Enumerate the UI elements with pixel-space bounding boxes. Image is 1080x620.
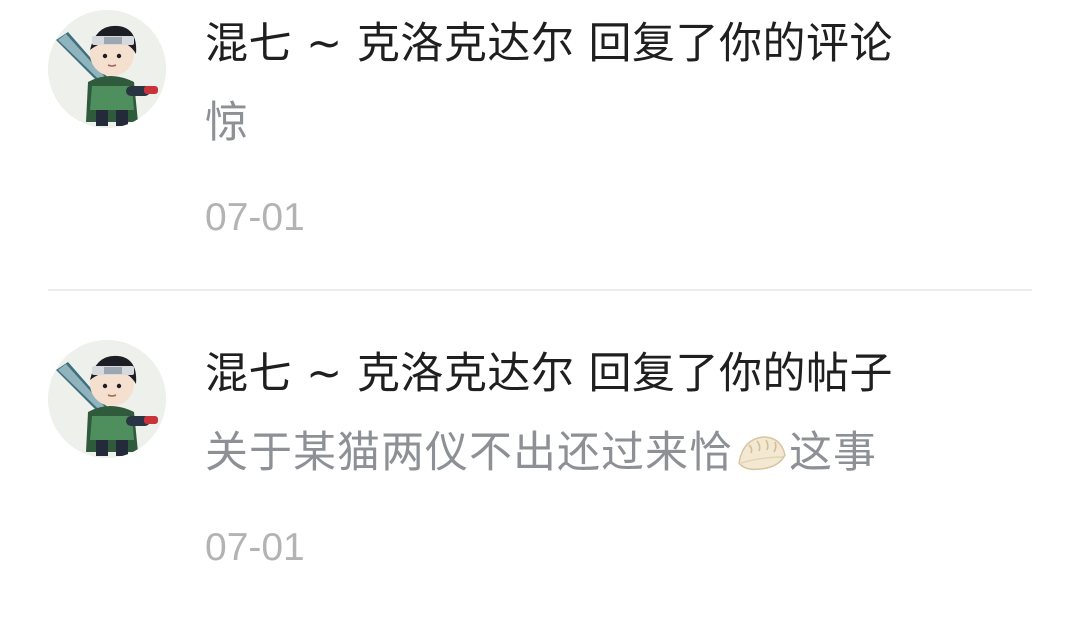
notification-item[interactable]: 混七 ~ 克洛克达尔 回复了你的评论 惊 07-01 [0, 0, 1080, 291]
notification-content-text: 这事 [789, 428, 877, 478]
notification-item[interactable]: 混七 ~ 克洛克达尔 回复了你的帖子 关于某猫两仪不出还过来恰 这事 07-01 [0, 330, 1080, 620]
ninja-avatar-icon [48, 340, 166, 458]
notification-time: 07-01 [205, 526, 305, 569]
notification-list: 混七 ~ 克洛克达尔 回复了你的评论 惊 07-01 混七 ~ 克洛克达尔 回复… [0, 0, 1080, 602]
notification-content-text: 关于某猫两仪不出还过来恰 [205, 428, 733, 478]
notification-content: 惊 [205, 98, 249, 148]
notification-title: 混七 ~ 克洛克达尔 回复了你的评论 [205, 19, 894, 69]
avatar[interactable] [48, 10, 166, 128]
ninja-avatar-icon [48, 10, 166, 128]
notification-time: 07-01 [205, 196, 305, 239]
notification-title: 混七 ~ 克洛克达尔 回复了你的帖子 [205, 349, 894, 399]
avatar[interactable] [48, 340, 166, 458]
dumpling-emoji-icon [735, 431, 787, 487]
notification-content: 关于某猫两仪不出还过来恰 这事 [205, 425, 877, 487]
divider [48, 289, 1032, 291]
